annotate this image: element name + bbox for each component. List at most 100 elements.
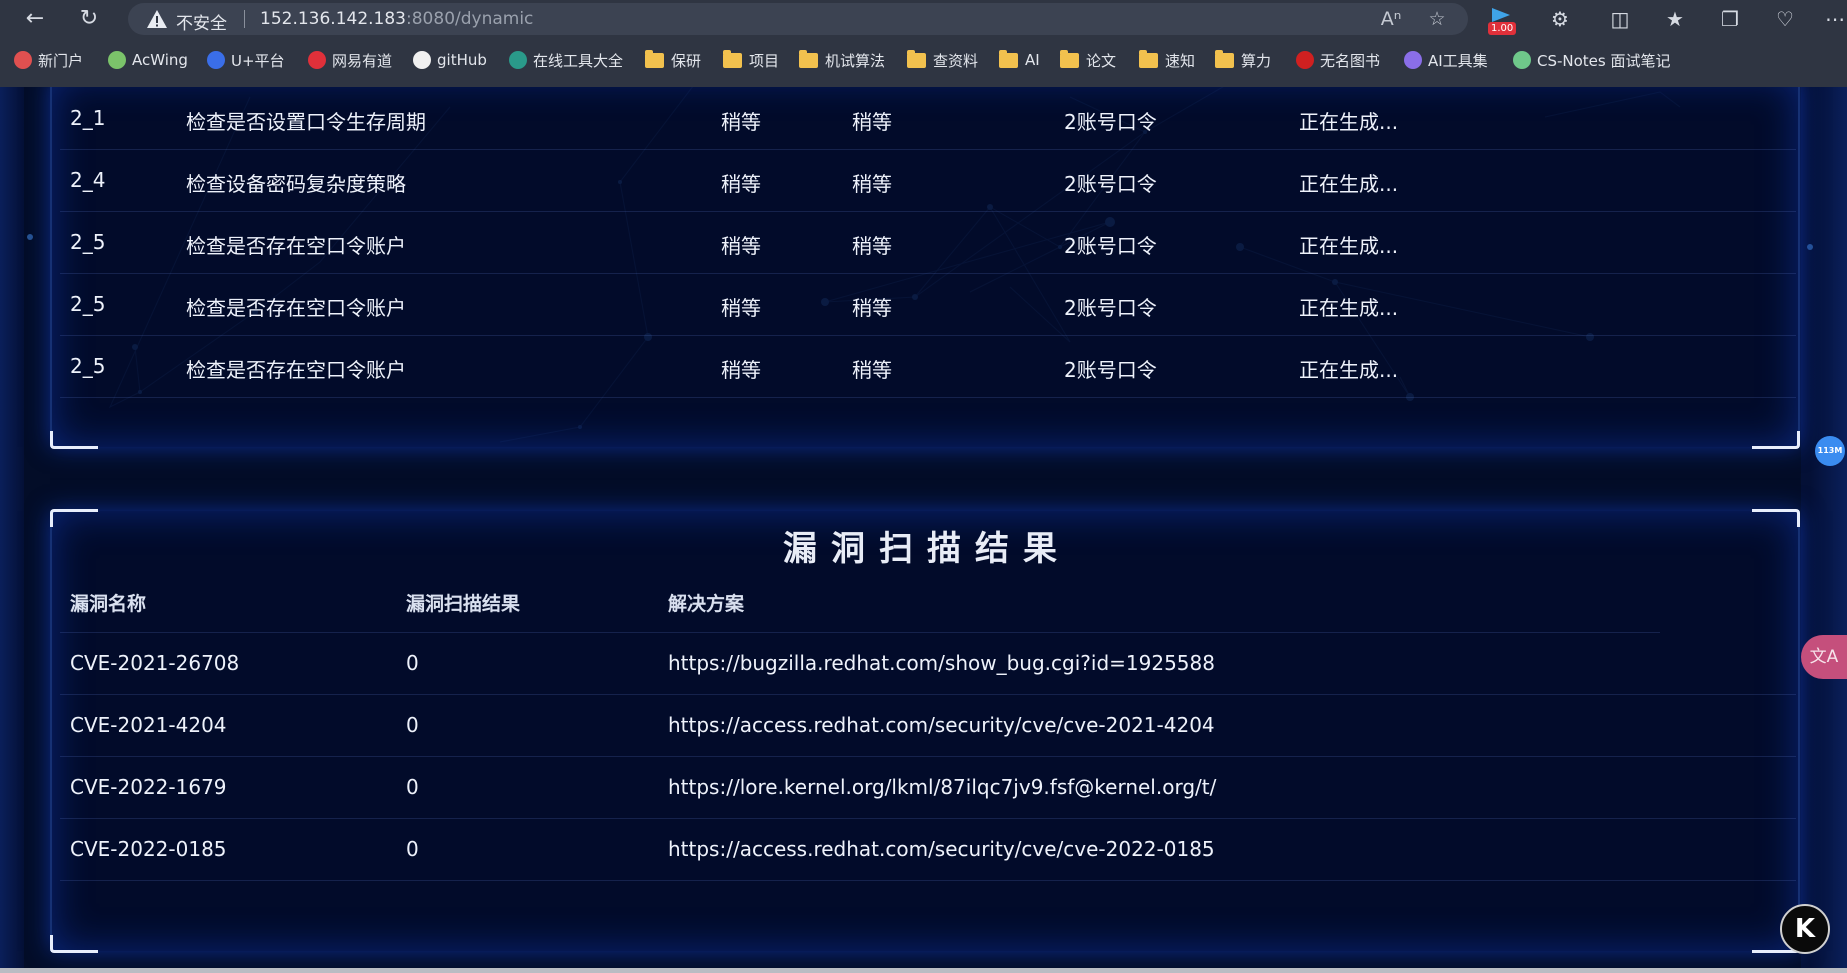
bookmark-item[interactable]: 项目: [723, 48, 779, 72]
back-arrow-icon[interactable]: ←: [20, 4, 50, 34]
more-menu-icon[interactable]: ⋯: [1820, 5, 1847, 33]
bookmarks-bar: 新门户 AcWing U+平台 网易有道 gitHub 在线工具大全 保研 项目 机试算法 查资料…: [0, 45, 1847, 77]
bookmark-item[interactable]: AI工具集: [1404, 48, 1488, 72]
check-status: 正在生成...: [1299, 110, 1399, 134]
check-status: 正在生成...: [1299, 234, 1399, 258]
header-vuln-name: 漏洞名称: [70, 593, 147, 615]
table-row: 2_5 检查是否存在空口令账户 稍等 稍等 2账号口令 正在生成...: [60, 212, 1796, 274]
extension-flag-icon: [1492, 8, 1510, 22]
bookmark-label: 无名图书: [1320, 51, 1381, 70]
table-row: 2_4 检查设备密码复杂度策略 稍等 稍等 2账号口令 正在生成...: [60, 150, 1796, 212]
bookmark-item[interactable]: U+平台: [207, 48, 285, 72]
check-id: 2_5: [70, 230, 106, 254]
bookmark-label: 查资料: [933, 51, 979, 70]
bookmark-item[interactable]: 速知: [1139, 48, 1195, 72]
split-screen-icon[interactable]: ◫: [1605, 5, 1635, 33]
address-bar[interactable]: 不安全 152.136.142.183:8080/dynamic Aⁿ ☆: [128, 3, 1468, 35]
k-assistant-button[interactable]: K: [1780, 904, 1830, 954]
panel-corner: [50, 935, 98, 953]
horizontal-scrollbar[interactable]: [0, 968, 1847, 973]
vuln-scan-panel: 漏洞扫描结果 漏洞名称 漏洞扫描结果 解决方案 CVE-2021-26708 0 h…: [50, 509, 1800, 953]
check-category: 2账号口令: [1064, 358, 1157, 382]
vuln-solution-link[interactable]: https://lore.kernel.org/lkml/87ilqc7jv9.…: [668, 775, 1216, 799]
check-category: 2账号口令: [1064, 172, 1157, 196]
panel-corner: [1752, 431, 1800, 449]
bookmark-item[interactable]: AI: [999, 48, 1040, 72]
check-level: 稍等: [721, 296, 761, 320]
header-scan-result: 漏洞扫描结果: [406, 593, 521, 615]
check-level-secondary: 稍等: [852, 172, 892, 196]
bookmark-item[interactable]: 在线工具大全: [509, 48, 623, 72]
bookmark-label: 网易有道: [332, 51, 393, 70]
folder-icon: [1139, 49, 1158, 68]
bookmark-item[interactable]: 算力: [1215, 48, 1271, 72]
bookmark-label: 算力: [1241, 51, 1272, 70]
check-level-secondary: 稍等: [852, 296, 892, 320]
vuln-solution-link[interactable]: https://bugzilla.redhat.com/show_bug.cgi…: [668, 651, 1215, 675]
check-level: 稍等: [721, 234, 761, 258]
bookmark-item[interactable]: CS-Notes 面试笔记: [1513, 48, 1671, 72]
extension-badge[interactable]: 1.00: [1486, 6, 1520, 36]
browser-essentials-icon[interactable]: ♡: [1770, 5, 1800, 33]
bookmark-item[interactable]: AcWing: [108, 48, 188, 72]
collections-icon[interactable]: ❐: [1715, 5, 1745, 33]
check-item: 检查是否存在空口令账户: [186, 296, 406, 320]
bookmark-label: gitHub: [437, 51, 487, 69]
url-text[interactable]: 152.136.142.183:8080/dynamic: [260, 9, 533, 29]
vuln-name: CVE-2022-0185: [70, 837, 227, 861]
check-item: 检查是否存在空口令账户: [186, 234, 406, 258]
vuln-name: CVE-2022-1679: [70, 775, 227, 799]
bookmark-label: 项目: [749, 51, 780, 70]
bookmark-label: 论文: [1086, 51, 1117, 70]
check-category: 2账号口令: [1064, 296, 1157, 320]
address-separator: [244, 10, 245, 28]
security-label[interactable]: 不安全: [176, 9, 227, 34]
check-status: 正在生成...: [1299, 296, 1399, 320]
check-level-secondary: 稍等: [852, 234, 892, 258]
bookmark-label: 保研: [671, 51, 702, 70]
extensions-puzzle-icon[interactable]: ⚙: [1545, 5, 1575, 33]
bookmark-label: 机试算法: [825, 51, 886, 70]
memory-usage-badge[interactable]: 113M: [1815, 436, 1845, 466]
warning-icon[interactable]: [146, 8, 168, 30]
bookmark-label: AcWing: [132, 51, 188, 69]
check-item: 检查是否存在空口令账户: [186, 358, 406, 382]
vuln-name: CVE-2021-4204: [70, 713, 227, 737]
refresh-icon[interactable]: ↻: [74, 4, 104, 34]
check-items-panel: 2_1 检查是否设置口令生存周期 稍等 稍等 2账号口令 正在生成... 2_4 检查设备密码…: [50, 87, 1800, 449]
check-level-secondary: 稍等: [852, 110, 892, 134]
favorite-star-icon[interactable]: ☆: [1424, 7, 1450, 31]
bookmark-label: 速知: [1165, 51, 1196, 70]
bookmark-item[interactable]: 网易有道: [308, 48, 392, 72]
check-id: 2_4: [70, 168, 106, 192]
folder-icon: [907, 49, 926, 68]
favorites-icon[interactable]: ★: [1660, 5, 1690, 33]
folder-icon: [999, 49, 1018, 68]
bookmark-item[interactable]: 查资料: [907, 48, 978, 72]
translate-icon[interactable]: 文A: [1801, 635, 1847, 679]
bookmark-item[interactable]: 论文: [1060, 48, 1116, 72]
bookmark-item[interactable]: 保研: [645, 48, 701, 72]
read-aloud-icon[interactable]: Aⁿ: [1378, 7, 1404, 31]
check-id: 2_5: [70, 354, 106, 378]
table-row: CVE-2022-0185 0 https://access.redhat.com/…: [60, 819, 1796, 881]
bookmark-label: AI工具集: [1428, 51, 1488, 70]
vuln-solution-link[interactable]: https://access.redhat.com/security/cve/c…: [668, 837, 1215, 861]
book-icon: [1296, 51, 1314, 69]
vuln-table-header: 漏洞名称 漏洞扫描结果 解决方案: [60, 571, 1660, 633]
csnotes-icon: [1513, 51, 1531, 69]
check-level: 稍等: [721, 110, 761, 134]
vuln-solution-link[interactable]: https://access.redhat.com/security/cve/c…: [668, 713, 1215, 737]
bookmark-item[interactable]: 新门户: [14, 48, 83, 72]
folder-icon: [645, 49, 664, 68]
vuln-name: CVE-2021-26708: [70, 651, 240, 675]
aitools-icon: [1404, 51, 1422, 69]
github-icon: [413, 51, 431, 69]
bookmark-item[interactable]: gitHub: [413, 48, 487, 72]
bookmark-item[interactable]: 机试算法: [799, 48, 885, 72]
check-status: 正在生成...: [1299, 172, 1399, 196]
uplus-icon: [207, 51, 225, 69]
table-row: CVE-2021-4204 0 https://access.redhat.com/…: [60, 695, 1796, 757]
bookmark-item[interactable]: 无名图书: [1296, 48, 1380, 72]
vuln-result: 0: [406, 651, 419, 675]
